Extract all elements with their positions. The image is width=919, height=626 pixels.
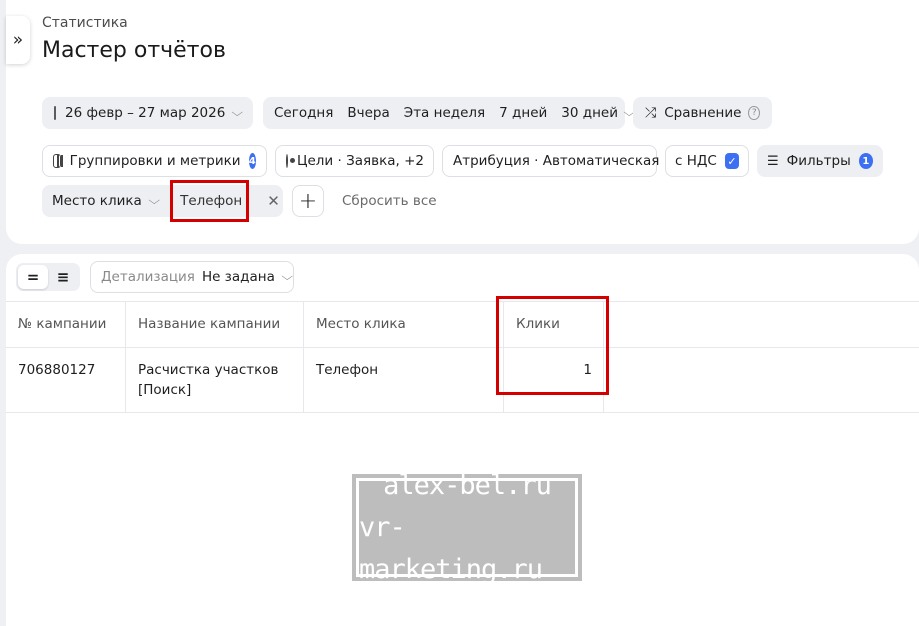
page-title: Мастер отчётов bbox=[42, 38, 226, 63]
goals-label: Цели · Заявка, +2 bbox=[297, 153, 424, 169]
period-this-week[interactable]: Эта неделя bbox=[404, 105, 485, 121]
filters-count-badge: 1 bbox=[858, 153, 873, 169]
compact-view-icon[interactable]: = bbox=[18, 265, 48, 289]
groupings-count-badge: 4 bbox=[248, 153, 256, 169]
detail-select[interactable]: Детализация Не задана ⌵ bbox=[90, 261, 294, 293]
period-today[interactable]: Сегодня bbox=[274, 105, 333, 121]
cell-campaign-id: 706880127 bbox=[18, 362, 96, 378]
cell-campaign-name-line2: [Поиск] bbox=[138, 382, 192, 398]
detail-value: Не задана bbox=[201, 269, 275, 285]
chevron-down-icon[interactable]: ⌵ bbox=[148, 194, 160, 208]
list-view-icon[interactable]: ≡ bbox=[48, 265, 78, 289]
close-icon[interactable]: ✕ bbox=[267, 192, 280, 210]
column-divider bbox=[125, 301, 126, 412]
column-divider bbox=[303, 301, 304, 412]
reset-all-link[interactable]: Сбросить все bbox=[342, 193, 437, 209]
date-range-picker[interactable]: 26 февр – 27 мар 2026 ⌵ bbox=[42, 97, 253, 129]
view-density-toggle[interactable]: = ≡ bbox=[16, 263, 80, 291]
chevron-down-icon: ⌵ bbox=[281, 270, 293, 283]
add-filter-button[interactable]: + bbox=[292, 185, 324, 217]
filters-button[interactable]: ☰ Фильтры 1 bbox=[757, 145, 883, 177]
filters-label: Фильтры bbox=[786, 153, 851, 169]
highlight-frame-filter-value bbox=[170, 180, 249, 222]
table-row-border bbox=[6, 412, 919, 413]
period-30-days[interactable]: 30 дней bbox=[561, 105, 618, 121]
filter-field-label: Место клика bbox=[52, 193, 142, 209]
period-presets: Сегодня Вчера Эта неделя 7 дней 30 дней … bbox=[263, 97, 635, 129]
goals-button[interactable]: Цели · Заявка, +2 bbox=[275, 145, 434, 177]
detail-label: Детализация bbox=[101, 269, 195, 285]
vat-label: с НДС bbox=[675, 153, 717, 169]
attribution-label: Атрибуция · Автоматическая bbox=[453, 153, 660, 169]
groupings-metrics-button[interactable]: Группировки и метрики 4 bbox=[42, 145, 267, 177]
chevron-down-icon: ⌵ bbox=[231, 106, 244, 119]
columns-icon bbox=[53, 154, 63, 168]
compare-label: Сравнение bbox=[664, 105, 742, 121]
column-header-click-place[interactable]: Место клика bbox=[316, 316, 406, 332]
period-7-days[interactable]: 7 дней bbox=[499, 105, 547, 121]
calendar-icon bbox=[54, 106, 56, 120]
checkbox-checked-icon[interactable]: ✓ bbox=[724, 153, 739, 169]
attribution-button[interactable]: Атрибуция · Автоматическая bbox=[442, 145, 660, 177]
column-header-campaign-name[interactable]: Название кампании bbox=[138, 316, 280, 332]
cell-click-place: Телефон bbox=[316, 362, 379, 378]
breadcrumb[interactable]: Статистика bbox=[42, 15, 128, 31]
sliders-icon: ☰ bbox=[767, 153, 779, 169]
plus-icon: + bbox=[298, 188, 318, 214]
watermark: alex-bel.ru vr-marketing.ru bbox=[352, 470, 582, 585]
table-header-border bbox=[6, 347, 919, 348]
compare-button[interactable]: ⤮ Сравнение ? bbox=[633, 97, 772, 129]
watermark-line1: alex-bel.ru bbox=[383, 469, 552, 501]
column-header-campaign-id[interactable]: № кампании bbox=[18, 316, 106, 332]
shuffle-icon: ⤮ bbox=[645, 105, 657, 121]
table-top-border bbox=[6, 301, 919, 302]
cell-campaign-name-line1: Расчистка участков bbox=[138, 362, 279, 378]
highlight-frame-clicks bbox=[496, 296, 609, 395]
target-icon bbox=[286, 154, 295, 168]
help-icon[interactable]: ? bbox=[748, 106, 760, 120]
watermark-line2: vr-marketing.ru bbox=[359, 511, 543, 585]
vat-toggle[interactable]: с НДС ✓ bbox=[665, 145, 749, 177]
double-chevron-right-icon: » bbox=[12, 30, 24, 50]
period-yesterday[interactable]: Вчера bbox=[347, 105, 389, 121]
groupings-label: Группировки и метрики bbox=[69, 153, 241, 169]
date-range-value: 26 февр – 27 мар 2026 bbox=[65, 105, 226, 121]
watermark-frame: alex-bel.ru vr-marketing.ru bbox=[356, 470, 578, 585]
expand-sidebar-button[interactable]: » bbox=[6, 16, 30, 64]
